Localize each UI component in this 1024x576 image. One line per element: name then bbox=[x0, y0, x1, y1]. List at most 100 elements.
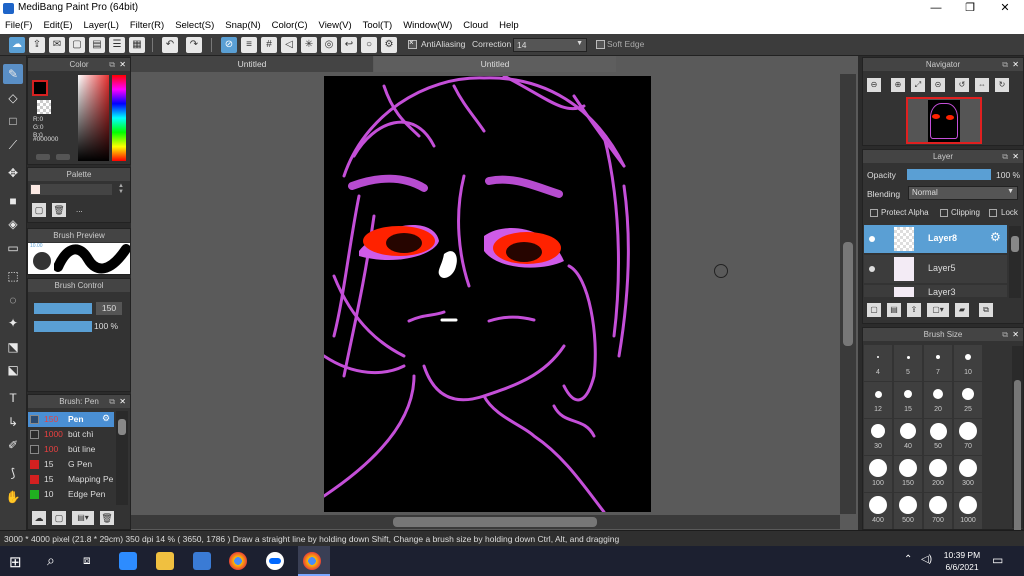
close-icon[interactable]: ✕ bbox=[1012, 150, 1019, 163]
volume-icon[interactable]: ◁) bbox=[921, 554, 932, 565]
clipping-checkbox[interactable] bbox=[940, 209, 948, 217]
chrome-icon[interactable] bbox=[229, 552, 247, 570]
windows-start-icon[interactable]: ⊞ bbox=[9, 553, 22, 571]
menu-layer[interactable]: Layer(L) bbox=[84, 20, 119, 31]
menu-view[interactable]: View(V) bbox=[319, 20, 352, 31]
correction-dropdown[interactable]: 14 ▼ bbox=[513, 38, 587, 52]
brush-list-scrollbar[interactable] bbox=[116, 411, 128, 505]
menu-cloud[interactable]: Cloud bbox=[463, 20, 488, 31]
antialiasing-checkbox[interactable]: × bbox=[408, 38, 417, 49]
zalo-icon[interactable] bbox=[266, 552, 284, 570]
brush-menu-icon[interactable]: ▤▾ bbox=[72, 511, 94, 525]
select-pen-icon[interactable]: ⬔ bbox=[3, 337, 23, 357]
cloud-icon[interactable]: ☁ bbox=[9, 37, 25, 53]
brush-row[interactable]: 15 G Pen bbox=[28, 457, 114, 472]
magic-wand-icon[interactable]: ✦ bbox=[3, 313, 23, 333]
store-icon[interactable] bbox=[193, 552, 211, 570]
palette-more[interactable]: ... bbox=[76, 205, 83, 214]
snap-settings-icon[interactable]: ⚙ bbox=[381, 37, 397, 53]
menu-tool[interactable]: Tool(T) bbox=[363, 20, 393, 31]
close-button[interactable]: ✕ bbox=[988, 0, 1022, 17]
brush-row[interactable]: 100 bút line bbox=[28, 442, 114, 457]
palette-swatch[interactable] bbox=[31, 185, 40, 194]
brush-delete-icon[interactable]: 🗑 bbox=[100, 511, 114, 525]
file-explorer-icon[interactable] bbox=[156, 552, 174, 570]
clock-time[interactable]: 10:39 PM bbox=[942, 550, 982, 560]
undo-icon[interactable]: ↶ bbox=[162, 37, 178, 53]
menu-edit[interactable]: Edit(E) bbox=[43, 20, 72, 31]
drawing-canvas[interactable] bbox=[322, 74, 651, 514]
brush-size-option[interactable]: 12 bbox=[864, 382, 892, 418]
tab-untitled-1[interactable]: Untitled bbox=[131, 56, 373, 72]
hand-tool-icon[interactable]: ✋ bbox=[3, 487, 23, 507]
secondary-color-swatch[interactable] bbox=[37, 100, 51, 114]
brush-size-option[interactable]: 70 bbox=[954, 419, 982, 455]
eyedropper-icon[interactable]: ⟆ bbox=[3, 463, 23, 483]
new-halftone-layer-icon[interactable]: ▤ bbox=[887, 303, 901, 317]
menu-color[interactable]: Color(C) bbox=[272, 20, 308, 31]
search-icon[interactable]: ⌕ bbox=[47, 552, 55, 569]
layer-scrollbar[interactable] bbox=[1009, 226, 1021, 298]
eraser-tool-icon[interactable]: ◇ bbox=[3, 88, 23, 108]
brush-size-option[interactable]: 200 bbox=[924, 456, 952, 492]
menu-snap[interactable]: Snap(N) bbox=[225, 20, 260, 31]
brush-row-pen[interactable]: 150 Pen ⚙ bbox=[28, 412, 114, 427]
brush-size-option[interactable]: 40 bbox=[894, 419, 922, 455]
menu-help[interactable]: Help bbox=[499, 20, 519, 31]
divide-tool-icon[interactable]: ✐ bbox=[3, 435, 23, 455]
redo-icon[interactable]: ↷ bbox=[186, 37, 202, 53]
brush-size-option[interactable]: 15 bbox=[894, 382, 922, 418]
brush-size-option[interactable]: 300 bbox=[954, 456, 982, 492]
brush-tool-icon[interactable]: ✎ bbox=[3, 64, 23, 84]
tab-untitled-2[interactable]: Untitled bbox=[374, 56, 616, 72]
brush-size-option[interactable]: 25 bbox=[954, 382, 982, 418]
color-swap-button[interactable] bbox=[56, 154, 70, 160]
list-icon[interactable]: ☰ bbox=[109, 37, 125, 53]
layer-row-layer5[interactable]: Layer5 bbox=[864, 255, 1007, 283]
brush-size-option[interactable]: 700 bbox=[924, 493, 952, 529]
clock-date[interactable]: 6/6/2021 bbox=[942, 562, 982, 572]
snap-off-icon[interactable]: ⊘ bbox=[221, 37, 237, 53]
brush-size-option[interactable]: 400 bbox=[864, 493, 892, 529]
brush-size-option[interactable]: 4 bbox=[864, 345, 892, 381]
color-sv-picker[interactable] bbox=[78, 75, 109, 161]
brush-size-option[interactable]: 30 bbox=[864, 419, 892, 455]
zoom-out-icon[interactable]: ⊖ bbox=[867, 78, 881, 92]
brush-size-option[interactable]: 7 bbox=[924, 345, 952, 381]
zoom-icon[interactable]: ⊝ bbox=[931, 78, 945, 92]
zoom-in-icon[interactable]: ⊕ bbox=[891, 78, 905, 92]
lock-checkbox[interactable] bbox=[989, 209, 997, 217]
fit-icon[interactable]: ⤢ bbox=[911, 78, 925, 92]
eye-icon[interactable] bbox=[869, 236, 875, 242]
layer-row-layer3[interactable]: Layer3 bbox=[864, 285, 1007, 297]
share-icon[interactable]: ⇪ bbox=[29, 37, 45, 53]
brush-cloud-icon[interactable]: ☁ bbox=[32, 511, 46, 525]
eye-icon[interactable] bbox=[869, 266, 875, 272]
brush-row[interactable]: 10 Edge Pen bbox=[28, 487, 114, 502]
layer-menu-icon[interactable]: ▢▾ bbox=[927, 303, 949, 317]
brush-size-value[interactable]: 150 bbox=[96, 302, 122, 315]
vertical-scrollbar[interactable] bbox=[840, 74, 856, 514]
circle-snap-icon[interactable]: ◎ bbox=[321, 37, 337, 53]
layer-opacity-slider[interactable] bbox=[907, 169, 991, 180]
brush-size-option[interactable]: 1000 bbox=[954, 493, 982, 529]
menu-select[interactable]: Select(S) bbox=[175, 20, 214, 31]
crisscross-snap-icon[interactable]: # bbox=[261, 37, 277, 53]
vanishing-point-icon[interactable]: ◁ bbox=[281, 37, 297, 53]
palette-scroll[interactable]: ▲ ▼ bbox=[116, 183, 126, 197]
protect-alpha-checkbox[interactable] bbox=[870, 209, 878, 217]
flip-icon[interactable]: ⇔ bbox=[975, 78, 989, 92]
brush-size-option[interactable]: 5 bbox=[894, 345, 922, 381]
layer-row-layer8[interactable]: Layer8 ⚙ bbox=[864, 225, 1007, 253]
color-mode-button[interactable] bbox=[36, 154, 50, 160]
close-icon[interactable]: ✕ bbox=[119, 58, 126, 71]
brush-size-option[interactable]: 20 bbox=[924, 382, 952, 418]
move-tool-icon[interactable]: ✥ bbox=[3, 163, 23, 183]
maximize-button[interactable]: ❐ bbox=[953, 0, 987, 17]
text-tool-icon[interactable]: T bbox=[3, 388, 23, 408]
brush-size-option[interactable]: 100 bbox=[864, 456, 892, 492]
curve-snap-icon[interactable]: ↩ bbox=[341, 37, 357, 53]
new-file-icon[interactable]: ▢ bbox=[69, 37, 85, 53]
select-eraser-icon[interactable]: ⬕ bbox=[3, 360, 23, 380]
blending-dropdown[interactable]: Normal ▼ bbox=[908, 186, 1018, 200]
